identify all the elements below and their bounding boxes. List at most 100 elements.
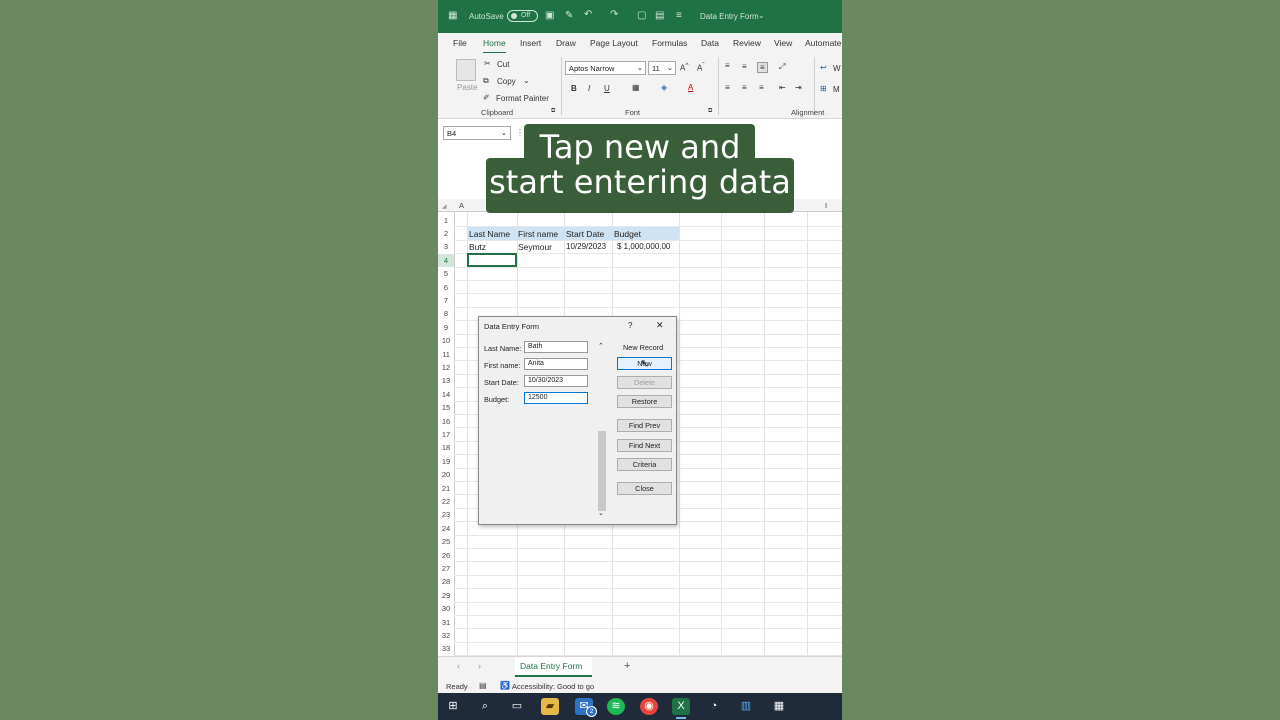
fill-color-icon[interactable]: ◈ (661, 83, 667, 92)
add-sheet-icon[interactable]: + (624, 660, 630, 672)
font-color-icon[interactable]: A (688, 83, 693, 92)
row-header[interactable]: 12 (438, 360, 454, 375)
spotify-icon[interactable]: ≋ (607, 698, 625, 715)
select-all-icon[interactable]: ◢ (442, 203, 447, 210)
save-as-icon[interactable]: ✎ (565, 10, 573, 21)
align-top-icon[interactable]: ≡ (725, 61, 730, 70)
row-header[interactable]: 6 (438, 280, 454, 294)
prev-sheet-icon[interactable]: ‹ (457, 661, 460, 671)
tab-automate[interactable]: Automate (805, 38, 841, 48)
criteria-button[interactable]: Criteria (617, 458, 672, 471)
tab-file[interactable]: File (453, 38, 467, 48)
row-header[interactable]: 26 (438, 548, 454, 562)
recording-app-icon[interactable]: ◔ (705, 698, 723, 715)
row-header[interactable]: 25 (438, 535, 454, 549)
increase-indent-icon[interactable]: ⇥ (795, 83, 802, 92)
align-center-icon[interactable]: ≡ (742, 83, 747, 92)
row-header[interactable]: 13 (438, 374, 454, 388)
row-header[interactable]: 1 (438, 213, 454, 227)
brush-icon[interactable]: ✐ (483, 93, 490, 102)
tab-view[interactable]: View (774, 38, 792, 48)
autosave-toggle[interactable]: Off (507, 10, 538, 22)
row-header[interactable]: 14 (438, 387, 454, 402)
row-header[interactable]: 11 (438, 347, 454, 361)
table-cell[interactable]: 10/29/2023 (566, 242, 606, 251)
table-cell[interactable]: Seymour (518, 242, 552, 252)
row-header[interactable]: 4 (438, 253, 454, 268)
merge-button[interactable]: M (833, 85, 840, 94)
document-title[interactable]: Data Entry Form (700, 12, 759, 21)
table-header-cell[interactable]: Start Date (566, 229, 604, 239)
new-file-icon[interactable]: ▢ (637, 10, 646, 21)
chrome-icon[interactable]: ◉ (640, 698, 658, 715)
row-header[interactable]: 23 (438, 508, 454, 522)
tab-insert[interactable]: Insert (520, 38, 541, 48)
decrease-indent-icon[interactable]: ⇤ (779, 83, 786, 92)
paste-icon[interactable] (456, 59, 476, 81)
tab-home[interactable]: Home (483, 38, 506, 54)
copy-dropdown-icon[interactable]: ⌄ (523, 76, 530, 85)
format-painter-button[interactable]: Format Painter (496, 94, 549, 103)
row-header[interactable]: 5 (438, 267, 454, 281)
budget-input[interactable]: 12500 (524, 392, 588, 404)
borders-icon[interactable]: ▦ (632, 83, 640, 92)
restore-button[interactable]: Restore (617, 395, 672, 408)
row-header[interactable]: 31 (438, 615, 454, 629)
row-header[interactable]: 10 (438, 334, 454, 348)
selected-cell[interactable] (467, 253, 517, 267)
close-icon[interactable]: ✕ (656, 320, 664, 331)
row-header[interactable]: 9 (438, 320, 454, 335)
record-scrollbar[interactable]: ⌃ ⌄ (597, 343, 607, 519)
sheet-tab-active[interactable]: Data Entry Form (515, 657, 592, 677)
table-cell[interactable]: $ 1,000,000.00 (617, 242, 670, 251)
font-size-select[interactable]: 11 ⌄ (648, 61, 676, 75)
file-explorer-icon[interactable]: ▰ (541, 698, 559, 715)
accessibility-status[interactable]: Accessibility: Good to go (512, 682, 594, 691)
delete-button[interactable]: Delete (617, 376, 672, 389)
row-header[interactable]: 16 (438, 414, 454, 428)
column-header-i[interactable]: I (825, 201, 827, 210)
undo-icon[interactable]: ↶ (584, 9, 592, 20)
align-middle-icon[interactable]: ≡ (742, 62, 747, 71)
row-header[interactable]: 33 (438, 642, 454, 656)
accessibility-icon[interactable]: ♿ (500, 681, 510, 690)
macro-icon[interactable]: ▤ (479, 681, 487, 690)
tab-review[interactable]: Review (733, 38, 761, 48)
shrink-font-icon[interactable]: Aˇ (697, 62, 705, 73)
row-header[interactable]: 3 (438, 240, 454, 254)
customize-icon[interactable]: ≡ (676, 10, 682, 21)
copy-icon[interactable]: ⧉ (483, 76, 489, 86)
last-name-input[interactable]: Bath (524, 341, 588, 353)
align-bottom-icon[interactable]: ≡ (757, 62, 768, 73)
first-name-input[interactable]: Anita (524, 358, 588, 370)
row-header[interactable]: 7 (438, 293, 454, 308)
paste-button[interactable]: Paste (457, 83, 477, 92)
row-header[interactable]: 32 (438, 628, 454, 643)
form-icon[interactable]: ▤ (655, 10, 664, 21)
row-header[interactable]: 17 (438, 427, 454, 442)
app-icon[interactable]: ▥ (737, 698, 755, 715)
tab-formulas[interactable]: Formulas (652, 38, 687, 48)
table-header-cell[interactable]: Budget (614, 229, 641, 239)
underline-icon[interactable]: U (604, 84, 610, 93)
scrollbar-thumb[interactable] (598, 431, 606, 511)
scroll-down-icon[interactable]: ⌄ (598, 509, 604, 517)
find-next-button[interactable]: Find Next (617, 439, 672, 452)
row-header[interactable]: 21 (438, 481, 454, 495)
table-header-cell[interactable]: First name (518, 229, 558, 239)
close-button[interactable]: Close (617, 482, 672, 495)
orientation-icon[interactable]: ⤢ (779, 62, 785, 72)
row-header[interactable]: 28 (438, 575, 454, 589)
dialog-launcher-icon[interactable]: ⧉ (551, 108, 555, 115)
search-icon[interactable]: ⌕ (476, 698, 494, 715)
next-sheet-icon[interactable]: › (478, 661, 481, 671)
task-view-icon[interactable]: ▭ (508, 698, 526, 715)
row-header[interactable]: 22 (438, 494, 454, 509)
tab-draw[interactable]: Draw (556, 38, 576, 48)
table-header-cell[interactable]: Last Name (469, 229, 510, 239)
scroll-up-icon[interactable]: ⌃ (598, 342, 604, 350)
wrap-text-icon[interactable]: ↩ (820, 63, 827, 72)
row-header[interactable]: 8 (438, 307, 454, 321)
help-icon[interactable]: ? (628, 321, 632, 330)
cut-button[interactable]: Cut (497, 60, 509, 69)
